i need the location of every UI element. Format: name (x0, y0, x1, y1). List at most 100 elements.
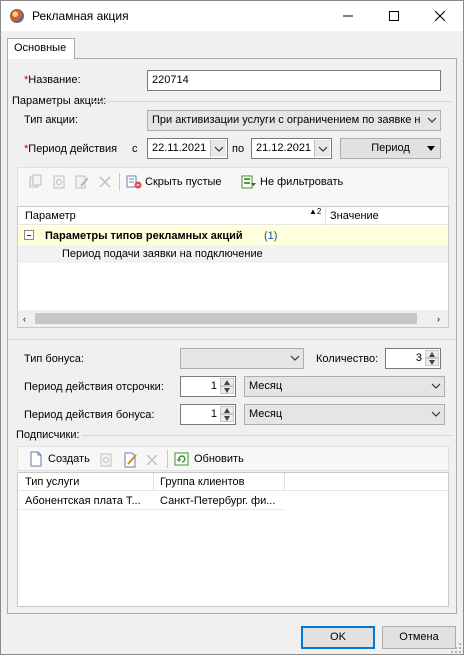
app-icon (10, 9, 24, 23)
period-label-text: Период действия (28, 143, 118, 155)
delete-icon[interactable] (144, 452, 160, 468)
date-from-dropdown[interactable] (210, 140, 226, 157)
stepper-up[interactable] (220, 378, 234, 386)
stepper-down[interactable] (220, 414, 234, 422)
scroll-left-icon[interactable]: ‹ (23, 314, 26, 324)
stepper-arrows[interactable] (220, 378, 234, 395)
stepper-up[interactable] (425, 350, 439, 358)
no-filter-button[interactable]: Не фильтровать (241, 173, 343, 191)
date-to-dropdown[interactable] (314, 140, 330, 157)
bonus-period-unit-select[interactable]: Месяц (244, 404, 445, 425)
stepper-down[interactable] (425, 358, 439, 366)
hide-empty-label: Скрыть пустые (145, 176, 222, 188)
new-document-icon (30, 451, 42, 467)
title-bar: Рекламная акция (1, 1, 463, 31)
bonus-period-unit-value: Месяц (249, 408, 283, 420)
chevron-down-icon (431, 383, 441, 389)
subscribers-toolbar: Создать Обновить (17, 446, 449, 471)
table-row[interactable]: Абонентская плата Т... Санкт-Петербург. … (18, 492, 285, 510)
tab-main[interactable]: Основные (7, 38, 75, 59)
name-input[interactable]: 220714 (147, 70, 441, 91)
action-type-value: При активизации услуги с ограничением по… (152, 114, 421, 126)
create-label: Создать (48, 453, 90, 465)
tab-panel-main: *Название: 220714 Параметры акции: Тип а… (7, 58, 457, 614)
scrollbar-thumb[interactable] (35, 313, 417, 324)
delay-period-label: Период действия отсрочки: (24, 381, 164, 393)
no-filter-label: Не фильтровать (260, 176, 344, 188)
close-icon (434, 10, 446, 22)
delay-period-stepper[interactable]: 1 (180, 376, 236, 397)
hide-empty-icon (126, 175, 142, 189)
maximize-button[interactable] (371, 1, 417, 31)
name-label: *Название: (24, 74, 81, 86)
delay-unit-select[interactable]: Месяц (244, 376, 445, 397)
close-button[interactable] (417, 1, 463, 31)
stepper-up[interactable] (220, 406, 234, 414)
create-button[interactable]: Создать (28, 450, 90, 468)
collapse-icon[interactable] (24, 230, 34, 240)
table-row[interactable]: Период подачи заявки на подключение (18, 245, 448, 263)
action-type-select[interactable]: При активизации услуги с ограничением по… (147, 110, 441, 131)
chevron-down-icon (427, 117, 437, 123)
scroll-right-icon[interactable]: › (437, 314, 440, 324)
client-group-cell: Санкт-Петербург. фи... (160, 495, 276, 507)
date-to-value: 21.12.2021 (256, 142, 312, 154)
view-icon[interactable] (51, 174, 67, 190)
resize-grip-icon[interactable] (450, 642, 462, 654)
minimize-button[interactable] (325, 1, 371, 31)
quantity-value: 3 (415, 352, 422, 364)
ok-button[interactable]: OK (301, 626, 375, 649)
section-divider (8, 339, 456, 340)
group-row[interactable]: Параметры типов рекламных акций (1) (18, 226, 448, 245)
dropdown-arrow-icon (427, 146, 435, 151)
refresh-icon (174, 452, 189, 466)
arrow-up-icon (429, 352, 435, 357)
edit-icon[interactable] (74, 174, 90, 190)
bonus-period-stepper[interactable]: 1 (180, 404, 236, 425)
period-button[interactable]: Период (340, 138, 441, 159)
arrow-up-icon (224, 380, 230, 385)
arrow-down-icon (224, 416, 230, 421)
refresh-label: Обновить (194, 453, 244, 465)
period-to-label: по (232, 143, 245, 155)
column-header-param[interactable]: Параметр (25, 210, 76, 222)
toolbar-separator (167, 450, 168, 468)
stepper-arrows[interactable] (425, 350, 439, 367)
maximize-icon (389, 11, 399, 21)
bonus-period-label: Период действия бонуса: (24, 409, 155, 421)
copy-icon[interactable] (28, 174, 44, 190)
bonus-type-select[interactable] (180, 348, 304, 369)
stepper-arrows[interactable] (220, 406, 234, 423)
group-divider (82, 435, 452, 436)
minus-glyph (27, 235, 31, 236)
column-header-service[interactable]: Тип услуги (25, 476, 79, 488)
delete-icon[interactable] (97, 174, 113, 190)
group-divider (92, 101, 452, 102)
edit-icon[interactable] (122, 452, 138, 468)
bonus-period-value: 1 (210, 408, 217, 420)
column-header-client-group[interactable]: Группа клиентов (160, 476, 245, 488)
no-filter-icon (241, 175, 256, 189)
view-icon[interactable] (98, 452, 114, 468)
cancel-button[interactable]: Отмена (382, 626, 456, 649)
horizontal-scrollbar[interactable]: ‹ › (18, 310, 448, 327)
column-header-value[interactable]: Значение (330, 210, 379, 222)
date-to-input[interactable]: 21.12.2021 (251, 138, 332, 159)
group-count: (1) (264, 230, 278, 242)
refresh-button[interactable]: Обновить (174, 450, 244, 468)
period-button-label: Период (371, 142, 410, 154)
group-title: Параметры типов рекламных акций (45, 230, 243, 242)
quantity-label: Количество: (316, 353, 379, 365)
column-divider (325, 207, 326, 225)
hide-empty-button[interactable]: Скрыть пустые (126, 173, 222, 191)
service-cell: Абонентская плата Т... (25, 495, 141, 507)
date-from-input[interactable]: 22.11.2021 (147, 138, 228, 159)
arrow-down-icon (429, 360, 435, 365)
stepper-down[interactable] (220, 386, 234, 394)
column-divider (284, 473, 285, 491)
delay-unit-value: Месяц (249, 380, 283, 392)
params-toolbar: Скрыть пустые Не фильтровать (17, 167, 449, 211)
quantity-stepper[interactable]: 3 (385, 348, 441, 369)
arrow-up-icon (224, 408, 230, 413)
toolbar-separator (119, 173, 120, 191)
